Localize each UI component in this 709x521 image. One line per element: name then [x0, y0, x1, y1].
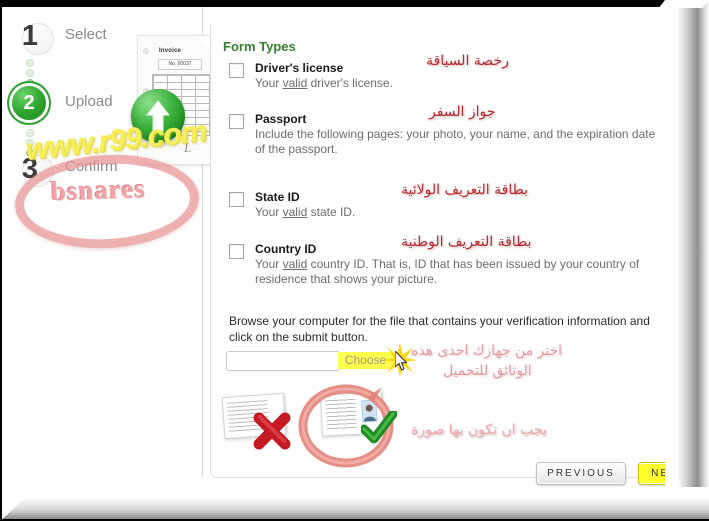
desc-underline: valid [282, 205, 308, 219]
option-label-state-id: State ID [255, 190, 300, 204]
invoice-title: Invoice [159, 48, 182, 54]
option-desc-state-id: Your valid state ID. [255, 205, 665, 220]
step-2-label[interactable]: Upload [65, 93, 113, 110]
option-desc-passport: Include the following pages: your photo,… [255, 127, 656, 156]
window-frame-top [0, 0, 709, 7]
red-x-icon [251, 410, 291, 450]
checkbox-passport[interactable] [229, 114, 244, 129]
step-1-label[interactable]: Select [65, 26, 107, 43]
application-window: 1 Select 2 Upload 3 Confirm Invoice No. … [0, 0, 709, 521]
desc-part: driver's license. [307, 76, 393, 90]
checkbox-state-id[interactable] [229, 192, 244, 207]
window-frame-bottom [0, 459, 709, 521]
file-path-input[interactable] [226, 351, 340, 371]
browse-instructions: Browse your computer for the file that c… [229, 314, 650, 344]
annotation-picture-ar: يجب ان تكون بها صورة [411, 422, 547, 438]
desc-underline: valid [282, 257, 308, 271]
window-frame-left [0, 0, 2, 521]
page-content: 1 Select 2 Upload 3 Confirm Invoice No. … [7, 7, 665, 488]
checkbox-drivers-license[interactable] [229, 63, 244, 78]
option-label-drivers-license: Driver's license [255, 61, 344, 75]
option-label-passport: Passport [255, 112, 307, 126]
rail-dot [26, 69, 34, 77]
option-desc-drivers-license: Your valid driver's license. [255, 76, 665, 91]
desc-underline: valid [282, 76, 308, 90]
option-label-country-id: Country ID [255, 242, 317, 256]
watermark-brand: bsnares [50, 173, 147, 207]
desc-part: Your [255, 205, 283, 219]
step-1-number: 1 [21, 20, 39, 52]
annotation-choose-ar-line1: اختر من جهازك احدى هذه [411, 343, 563, 359]
annotation-choose-ar-line2: الوثائق للتحميل [443, 363, 532, 379]
option-desc-country-id: Your valid country ID. That is, ID that … [255, 257, 665, 287]
annotation-drivers-license-ar: رخصة السياقة [426, 53, 509, 69]
invoice-number: No. 00037 [158, 59, 202, 70]
next-button[interactable]: NEXT [638, 462, 665, 485]
step-2-number: 2 [12, 86, 46, 120]
green-check-icon [359, 409, 398, 445]
desc-part: state ID. [307, 205, 356, 219]
desc-part: country ID. That is, ID that has been is… [255, 257, 640, 286]
annotation-passport-ar: جواز السفر [429, 104, 496, 120]
desc-part: Your [255, 257, 283, 271]
previous-button[interactable]: PREVIOUS [536, 462, 626, 485]
annotation-state-id-ar: بطاقة التعريف الولائية [401, 182, 528, 198]
checkbox-country-id[interactable] [229, 244, 244, 259]
annotation-country-id-ar: بطاقة التعريف الوطنية [401, 234, 532, 250]
panel-title: Form Types [223, 39, 296, 54]
window-scrollbar-right[interactable] [658, 0, 709, 521]
rail-dot [26, 59, 34, 67]
form-panel: Form Types Driver's license Your valid d… [210, 25, 665, 485]
frame-right-bevel [658, 0, 709, 8]
desc-part: Your [255, 76, 283, 90]
mouse-cursor-arrow [394, 350, 408, 371]
wizard-rail: 1 Select 2 Upload 3 Confirm Invoice No. … [7, 7, 213, 488]
invoice-punch-hole [143, 48, 149, 54]
